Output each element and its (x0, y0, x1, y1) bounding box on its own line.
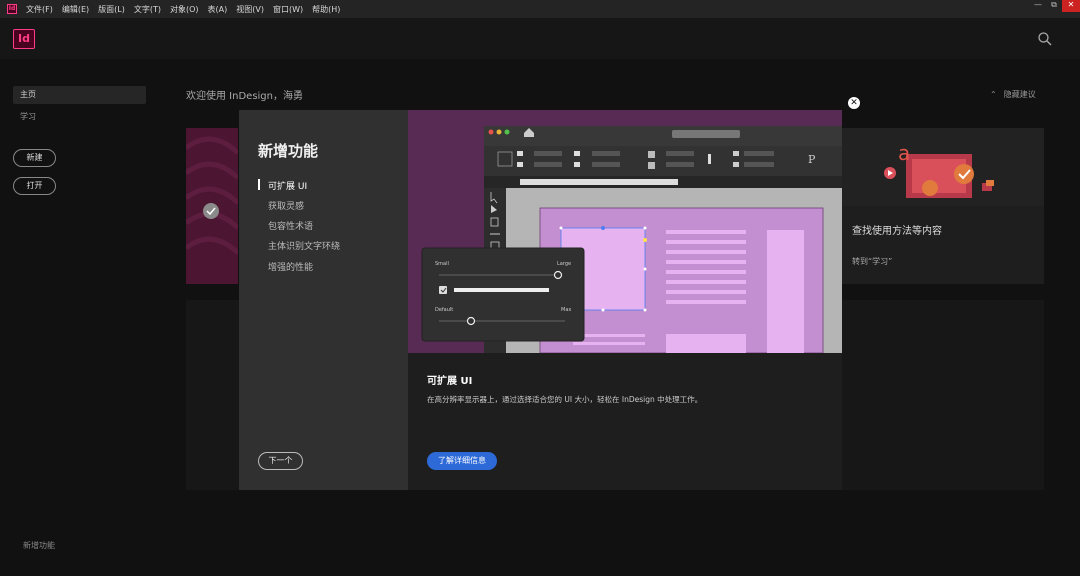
slider2-min-label: Default (435, 307, 454, 313)
feature-get-inspired[interactable]: 获取灵感 (268, 199, 304, 212)
sidebar-item-home[interactable]: 主页 (13, 86, 146, 104)
panel-title: 可扩展 UI (427, 376, 473, 387)
active-indicator (258, 179, 260, 190)
restore-button[interactable]: ⧉ (1046, 0, 1062, 12)
feature-scalable-ui[interactable]: 可扩展 UI (268, 179, 307, 192)
slider2-max-label: Max (561, 307, 572, 313)
open-button[interactable]: 打开 (13, 177, 56, 195)
sidebar-whats-new[interactable]: 新增功能 (23, 540, 55, 551)
menu-object[interactable]: 对象(O) (170, 4, 199, 15)
card-pattern (184, 136, 240, 255)
go-to-learn-link[interactable]: 转到“学习” (852, 256, 892, 267)
feature-preview-image: P (408, 110, 842, 353)
preview-illustration: P (421, 126, 842, 353)
svg-text:a: a (898, 141, 910, 165)
new-button[interactable]: 新建 (13, 149, 56, 167)
panel-description: 在高分辨率显示器上，通过选择适合您的 UI 大小，轻松在 InDesign 中处… (427, 395, 703, 404)
menu-bar: Id 文件(F) 编辑(E) 版面(L) 文字(T) 对象(O) 表(A) 视图… (0, 0, 1080, 18)
top-bar: Id (0, 18, 1080, 59)
slider1-min-label: Small (435, 261, 449, 267)
feature-subject-aware-text-wrap[interactable]: 主体识别文字环绕 (268, 239, 340, 252)
menu-layout[interactable]: 版面(L) (98, 4, 125, 15)
menu-type[interactable]: 文字(T) (134, 4, 161, 15)
menu-edit[interactable]: 编辑(E) (62, 4, 89, 15)
window-controls: — ⧉ ✕ (1030, 0, 1080, 12)
paragraph-icon: P (808, 153, 816, 166)
menu-file[interactable]: 文件(F) (26, 4, 53, 15)
dialog-title: 新增功能 (258, 142, 319, 160)
slider1-max-label: Large (557, 261, 572, 267)
learn-card-title: 查找使用方法等内容 (852, 226, 942, 237)
close-icon[interactable]: ✕ (848, 97, 860, 109)
dialog-sidebar (239, 110, 408, 490)
app-icon: Id (7, 4, 17, 14)
chevron-up-icon: ⌃ (990, 90, 997, 99)
indesign-logo: Id (13, 29, 35, 49)
suggestion-card[interactable] (184, 128, 240, 284)
next-button[interactable]: 下一个 (258, 452, 303, 470)
learn-more-button[interactable]: 了解详细信息 (427, 452, 497, 470)
feature-enhanced-performance[interactable]: 增强的性能 (268, 260, 313, 273)
welcome-text: 欢迎使用 InDesign，海勇 (186, 91, 303, 102)
menu-window[interactable]: 窗口(W) (273, 4, 303, 15)
hide-suggestions-link[interactable]: ⌃ 隐藏建议 (990, 89, 1036, 100)
feature-inclusive-terminology[interactable]: 包容性术语 (268, 219, 313, 232)
menu-view[interactable]: 视图(V) (236, 4, 264, 15)
sidebar-item-learn[interactable]: 学习 (20, 111, 36, 122)
minimize-button[interactable]: — (1030, 0, 1046, 12)
learn-card-illustration: a (842, 128, 1044, 206)
search-icon[interactable] (1038, 32, 1052, 46)
menu-table[interactable]: 表(A) (208, 4, 228, 15)
menu-help[interactable]: 帮助(H) (312, 4, 340, 15)
close-window-button[interactable]: ✕ (1062, 0, 1080, 12)
hide-suggestions-label: 隐藏建议 (1003, 90, 1036, 99)
